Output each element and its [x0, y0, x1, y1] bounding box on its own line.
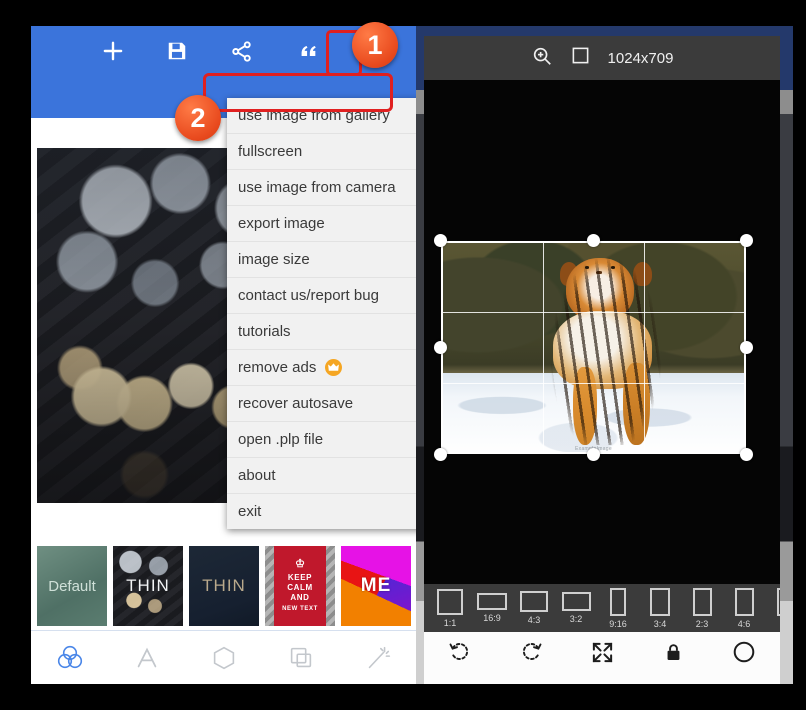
menu-item-label: image size — [238, 251, 310, 268]
flip-horizontal-icon[interactable] — [424, 681, 513, 684]
menu-item-tutorials[interactable]: tutorials — [227, 314, 416, 350]
menu-item-fullscreen[interactable]: fullscreen — [227, 134, 416, 170]
crop-canvas: ExampleImage — [424, 80, 780, 584]
menu-item-label: export image — [238, 215, 325, 232]
quote-button[interactable] — [276, 26, 340, 76]
circle-icon[interactable] — [709, 640, 780, 664]
overflow-dropdown-menu[interactable]: use image from gallery fullscreen use im… — [227, 98, 416, 529]
crop-tools-row-1 — [424, 632, 780, 673]
crop-handle-bottom-center[interactable] — [587, 448, 600, 461]
rotate-left-icon[interactable] — [424, 640, 495, 664]
menu-item-use-image-from-gallery[interactable]: use image from gallery — [227, 98, 416, 134]
preset-label: THIN — [202, 576, 246, 596]
preset-label: CALM — [287, 583, 313, 593]
image-size-label: 1024x709 — [608, 50, 674, 67]
crop-handle-bottom-right[interactable] — [740, 448, 753, 461]
preset-label: Default — [48, 578, 96, 595]
ratio-label: 3:2 — [570, 614, 583, 624]
menu-item-remove-ads[interactable]: remove ads — [227, 350, 416, 386]
preset-thumbnail[interactable]: Default — [37, 546, 107, 626]
menu-item-open-plp-file[interactable]: open .plp file — [227, 422, 416, 458]
preset-label: AND — [290, 593, 309, 603]
ratio-option[interactable]: 6 — [765, 586, 780, 630]
menu-item-label: exit — [238, 503, 261, 520]
confirm-icon[interactable] — [691, 681, 780, 684]
preset-thumbnail[interactable]: THIN — [113, 546, 183, 626]
menu-item-label: use image from gallery — [238, 107, 390, 124]
menu-item-label: fullscreen — [238, 143, 302, 160]
sidebar-item-color-circles[interactable] — [31, 631, 108, 684]
ratio-option[interactable]: 1:1 — [429, 586, 471, 630]
crop-handle-top-right[interactable] — [740, 234, 753, 247]
bottom-navigation — [31, 630, 416, 684]
preset-thumbnail-strip[interactable]: Default THIN THIN ♔ KEEP CALM AND NEW TE… — [31, 542, 416, 630]
menu-item-exit[interactable]: exit — [227, 494, 416, 529]
crop-selection-box[interactable] — [441, 241, 746, 454]
ratio-label: 16:9 — [483, 613, 501, 623]
ratio-option[interactable]: 3:2 — [555, 586, 597, 630]
menu-item-image-size[interactable]: image size — [227, 242, 416, 278]
ratio-label: 9:16 — [609, 619, 627, 629]
ratio-label: 2:3 — [696, 619, 709, 629]
preset-thumbnail[interactable]: ME — [341, 546, 411, 626]
menu-item-recover-autosave[interactable]: recover autosave — [227, 386, 416, 422]
crop-square-icon[interactable] — [571, 46, 590, 70]
crop-handle-bottom-left[interactable] — [434, 448, 447, 461]
crop-handle-top-left[interactable] — [434, 234, 447, 247]
crop-tools-row-2 — [424, 672, 780, 684]
lock-icon[interactable] — [638, 642, 709, 663]
crop-handle-middle-right[interactable] — [740, 341, 753, 354]
sidebar-item-shape[interactable] — [185, 631, 262, 684]
preset-label: KEEP — [288, 573, 312, 583]
preset-thumbnail[interactable]: ♔ KEEP CALM AND NEW TEXT — [265, 546, 335, 626]
flip-vertical-icon[interactable] — [513, 681, 602, 684]
step-badge-1: 1 — [352, 22, 398, 68]
menu-item-label: recover autosave — [238, 395, 353, 412]
preset-label: THIN — [126, 576, 170, 596]
cancel-icon[interactable] — [602, 682, 691, 685]
ratio-label: 1:1 — [444, 618, 457, 628]
crown-glyph: ♔ — [295, 558, 305, 572]
screenshot-root: 1024x709 ExampleImage — [0, 0, 806, 710]
share-button[interactable] — [209, 26, 273, 76]
crop-handle-middle-left[interactable] — [434, 341, 447, 354]
step-badge-2: 2 — [175, 95, 221, 141]
menu-item-label: use image from camera — [238, 179, 396, 196]
sidebar-item-magic-wand[interactable] — [339, 631, 416, 684]
sidebar-item-text[interactable] — [108, 631, 185, 684]
zoom-in-icon[interactable] — [531, 45, 553, 72]
crop-handle-top-center[interactable] — [587, 234, 600, 247]
aspect-ratio-strip[interactable]: 1:1 16:9 4:3 3:2 9:16 3:4 — [424, 584, 780, 632]
save-button[interactable] — [145, 26, 209, 76]
menu-item-label: remove ads — [238, 359, 316, 376]
pixellab-editor-panel: PixelLab Default THIN THIN — [31, 26, 416, 684]
menu-item-about[interactable]: about — [227, 458, 416, 494]
rotate-right-icon[interactable] — [495, 640, 566, 664]
ratio-option[interactable]: 4:3 — [513, 586, 555, 630]
sidebar-item-layers[interactable] — [262, 631, 339, 684]
preset-label: ME — [361, 575, 392, 597]
crop-tool-panel: 1024x709 ExampleImage — [424, 36, 780, 684]
crown-icon — [325, 359, 342, 376]
add-button[interactable] — [81, 26, 145, 76]
ratio-option[interactable]: 16:9 — [471, 586, 513, 630]
menu-item-use-image-from-camera[interactable]: use image from camera — [227, 170, 416, 206]
menu-item-contact-us[interactable]: contact us/report bug — [227, 278, 416, 314]
menu-item-label: tutorials — [238, 323, 291, 340]
preset-label: NEW TEXT — [282, 606, 318, 614]
ratio-label: 4:3 — [528, 615, 541, 625]
ratio-option[interactable]: 3:4 — [639, 586, 681, 630]
menu-item-label: about — [238, 467, 276, 484]
crop-top-bar: 1024x709 — [424, 36, 780, 80]
menu-item-label: contact us/report bug — [238, 287, 379, 304]
ratio-option[interactable]: 2:3 — [681, 586, 723, 630]
expand-icon[interactable] — [566, 641, 637, 664]
ratio-option[interactable]: 4:6 — [723, 586, 765, 630]
ratio-label: 4:6 — [738, 619, 751, 629]
preset-thumbnail[interactable]: THIN — [189, 546, 259, 626]
ratio-label: 3:4 — [654, 619, 667, 629]
ratio-option[interactable]: 9:16 — [597, 586, 639, 630]
menu-item-label: open .plp file — [238, 431, 323, 448]
menu-item-export-image[interactable]: export image — [227, 206, 416, 242]
